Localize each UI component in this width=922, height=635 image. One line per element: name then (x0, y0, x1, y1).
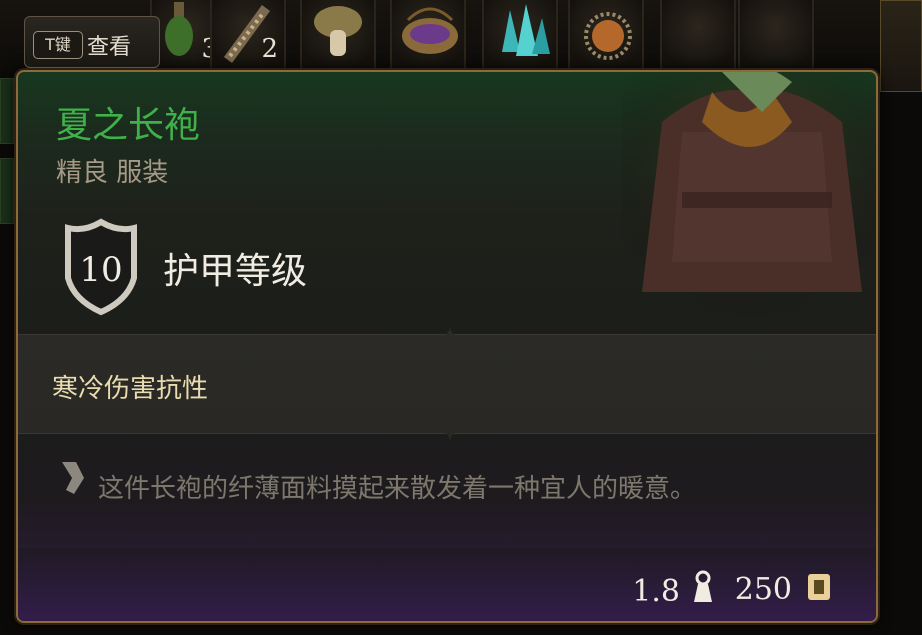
inventory-slot-right[interactable] (880, 0, 922, 92)
gold-value-icon (808, 574, 830, 600)
weight-icon (694, 570, 712, 602)
mushroom-icon (314, 6, 362, 56)
hotkey-label: 查看 (87, 35, 132, 60)
inventory-slot[interactable]: 2 (210, 0, 286, 70)
item-description: 这件长袍的纤薄面料摸起来散发着一种宜人的暖意。 (98, 474, 697, 504)
robe-icon (622, 72, 876, 322)
inventory-slot[interactable] (738, 0, 814, 70)
bowl-icon (402, 7, 458, 54)
item-weight: 1.8 (632, 574, 680, 609)
inventory-slot-left[interactable] (0, 158, 14, 224)
description-quote-icon (62, 462, 84, 494)
examine-hotkey-hint[interactable]: T键 查看 (24, 16, 160, 68)
divider-notch (430, 429, 470, 441)
inventory-slot[interactable] (482, 0, 558, 70)
armor-class-value: 10 (79, 250, 123, 290)
armor-class-label: 护甲等级 (163, 251, 308, 292)
crystal-icon (502, 4, 550, 56)
divider-notch (430, 327, 470, 339)
inventory-slot[interactable] (390, 0, 466, 70)
item-name: 夏之长袍 (56, 105, 201, 146)
item-count: 2 (261, 34, 278, 64)
inventory-slot[interactable] (300, 0, 376, 70)
item-value: 250 (734, 572, 792, 607)
item-tooltip: 夏之长袍 精良 服装 10 护甲等级 寒冷伤害抗性 这件长袍的纤薄面料摸起来散发… (16, 70, 878, 623)
inventory-slot[interactable] (660, 0, 736, 70)
inventory-slot-left[interactable] (0, 78, 14, 144)
property-cold-resistance: 寒冷伤害抗性 (52, 374, 209, 404)
hotkey-badge: T键 (33, 31, 83, 59)
spiky-seed-icon (584, 12, 632, 60)
item-rarity-type: 精良 服装 (56, 158, 169, 188)
inventory-slot[interactable] (568, 0, 644, 70)
